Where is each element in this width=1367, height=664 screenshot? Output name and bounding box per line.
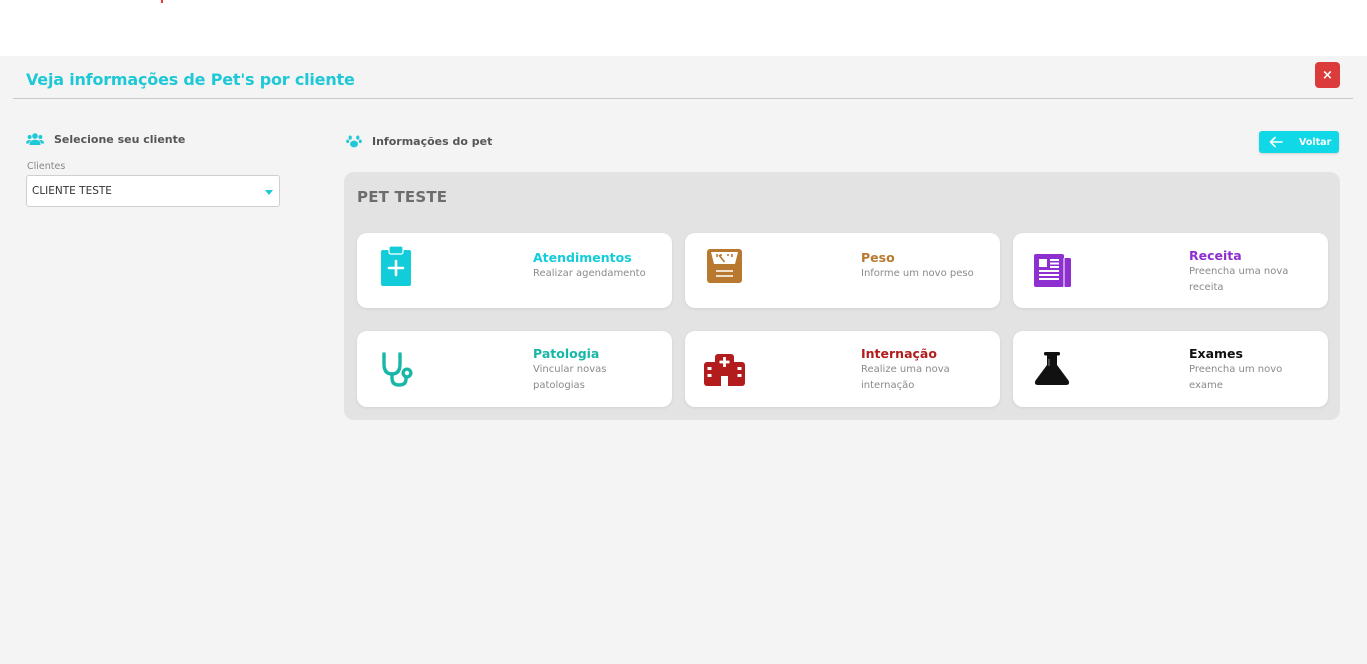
- client-select-value: CLIENTE TESTE: [32, 185, 112, 197]
- chevron-down-icon: [265, 190, 273, 195]
- card-title: Peso: [861, 250, 895, 265]
- card-title: Atendimentos: [533, 250, 632, 265]
- card-description: Realize uma nova internação: [861, 364, 950, 391]
- card-peso[interactable]: Peso Informe um novo peso: [685, 233, 1000, 308]
- modal-title: Veja informações de Pet's por cliente: [26, 70, 355, 89]
- paw-icon: [346, 135, 362, 148]
- newspaper-icon: [1034, 254, 1071, 287]
- close-button[interactable]: ×: [1315, 62, 1340, 88]
- card-title: Exames: [1189, 346, 1243, 361]
- card-internacao[interactable]: Internação Realize uma nova internação: [685, 331, 1000, 407]
- card-receita[interactable]: Receita Preencha uma nova receita: [1013, 233, 1328, 308]
- card-title: Internação: [861, 346, 937, 361]
- back-button[interactable]: Voltar: [1259, 131, 1339, 153]
- pet-section-header: Informações do pet: [346, 134, 492, 148]
- hospital-icon: [704, 354, 745, 386]
- card-description: Realizar agendamento: [533, 268, 646, 279]
- red-mark: [161, 0, 163, 3]
- client-section-title: Selecione seu cliente: [54, 132, 186, 146]
- client-select[interactable]: CLIENTE TESTE: [26, 175, 280, 207]
- pet-info-modal: Veja informações de Pet's por cliente × …: [0, 56, 1367, 664]
- card-title: Receita: [1189, 248, 1242, 263]
- pet-name: PET TESTE: [357, 188, 448, 206]
- back-button-label: Voltar: [1299, 136, 1332, 148]
- clipboard-plus-icon: [381, 245, 411, 286]
- flask-icon: [1034, 352, 1070, 385]
- pet-section-title: Informações do pet: [372, 134, 493, 148]
- pet-panel: PET TESTE Atendimentos Realizar agendame…: [344, 172, 1340, 420]
- clients-field-label: Clientes: [27, 161, 66, 172]
- arrow-left-icon: [1269, 136, 1283, 148]
- scale-icon: [707, 249, 742, 283]
- card-description: Preencha um novo exame: [1189, 364, 1283, 391]
- top-strip: [0, 0, 1367, 56]
- card-description: Informe um novo peso: [861, 268, 974, 279]
- card-description: Vincular novas patologias: [533, 364, 607, 391]
- card-description: Preencha uma nova receita: [1189, 266, 1289, 293]
- client-section-header: Selecione seu cliente: [26, 132, 185, 146]
- users-icon: [26, 133, 44, 145]
- card-patologia[interactable]: Patologia Vincular novas patologias: [357, 331, 672, 407]
- card-title: Patologia: [533, 346, 600, 361]
- card-exames[interactable]: Exames Preencha um novo exame: [1013, 331, 1328, 407]
- stethoscope-icon: [382, 352, 413, 387]
- title-divider: [13, 98, 1353, 99]
- card-atendimentos[interactable]: Atendimentos Realizar agendamento: [357, 233, 672, 308]
